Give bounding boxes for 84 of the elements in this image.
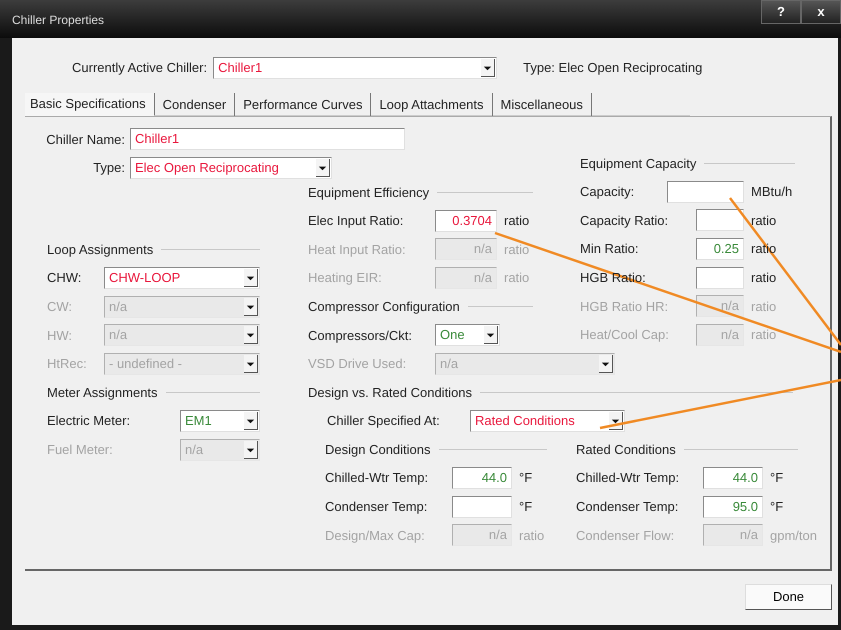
unit-label: °F [519, 498, 532, 516]
field-label: HtRec: [47, 355, 88, 374]
dropdown[interactable]: Chiller1 [213, 57, 498, 79]
dropdown[interactable]: Rated Conditions [470, 410, 625, 432]
caret-icon [244, 269, 258, 288]
field-label: Design/Max Cap: [325, 526, 426, 545]
field-label: Heat Input Ratio: [308, 240, 407, 259]
number-field[interactable] [696, 209, 744, 232]
unit-label: ratio [504, 212, 530, 230]
section-heading: Rated Conditions [576, 440, 676, 459]
section-heading: Compressor Configuration [308, 298, 460, 316]
unit-label: MBtu/h [751, 183, 792, 202]
section-heading: Loop Assignments [47, 240, 154, 259]
caret-icon [244, 298, 258, 316]
field-label: Type: [92, 159, 126, 178]
field-label: Currently Active Chiller: [72, 59, 208, 78]
field-label: CHW: [47, 269, 82, 288]
section-heading: Equipment Efficiency [308, 184, 430, 202]
tab[interactable]: Miscellaneous [492, 93, 592, 116]
done-button[interactable]: Done [745, 584, 832, 610]
tab[interactable]: Performance Curves [235, 93, 372, 116]
field-label: Min Ratio: [580, 240, 640, 258]
field-label: HGB Ratio HR: [580, 298, 670, 316]
number-field[interactable] [696, 266, 744, 289]
field-label: CW: [47, 298, 74, 316]
unit-label: °F [519, 469, 532, 488]
section-heading: Design Conditions [325, 440, 431, 459]
unit-label: °F [770, 498, 784, 516]
unit-label: ratio [751, 298, 776, 316]
unit-label: gpm/ton [770, 526, 817, 545]
unit-label: °F [770, 469, 784, 488]
number-field[interactable]: 0.25 [696, 238, 744, 260]
help-button[interactable]: ? [761, 0, 801, 24]
field-label: Condenser Temp: [325, 498, 428, 516]
field-label: Condenser Flow: [576, 526, 676, 545]
window-title: Chiller Properties [11, 12, 106, 29]
caret-icon [599, 354, 613, 373]
unit-label: ratio [751, 326, 776, 344]
caret-icon [244, 412, 258, 430]
caret-icon [244, 440, 258, 459]
field-label: Fuel Meter: [47, 440, 114, 459]
caret-icon [316, 158, 330, 177]
number-field[interactable] [452, 496, 512, 518]
unit-label: ratio [751, 268, 776, 287]
unit-label: ratio [504, 269, 530, 288]
caret-icon [484, 326, 498, 344]
tab[interactable]: Basic Specifications [25, 93, 155, 116]
dropdown[interactable]: CHW-LOOP [104, 267, 260, 290]
field-label: Capacity: [580, 183, 636, 202]
field-label: Compressors/Ckt: [308, 326, 414, 345]
field-label: Capacity Ratio: [580, 212, 670, 230]
dropdown[interactable]: Elec Open Reciprocating [130, 156, 332, 179]
type-label: Type: Elec Open Reciprocating [523, 59, 702, 78]
field-label: VSD Drive Used: [308, 355, 408, 374]
number-field[interactable]: 44.0 [452, 467, 512, 490]
field-label: Heating EIR: [308, 269, 383, 288]
field-label: Condenser Temp: [576, 498, 680, 516]
tab[interactable]: Condenser [154, 93, 236, 116]
caret-icon [244, 326, 258, 344]
number-field[interactable] [667, 180, 744, 203]
unit-label: ratio [519, 526, 544, 545]
number-field[interactable]: 0.3704 [435, 210, 497, 232]
field-label: Chiller Name: [45, 130, 126, 149]
caret-icon [481, 59, 496, 77]
text-field[interactable]: Chiller1 [130, 128, 405, 150]
close-button[interactable]: x [801, 0, 841, 24]
field-label: Heat/Cool Cap: [580, 326, 670, 344]
field-label: HW: [47, 326, 74, 345]
unit-label: ratio [504, 240, 530, 259]
number-field[interactable]: 44.0 [703, 467, 763, 490]
field-label: Elec Input Ratio: [308, 212, 404, 230]
section-heading: Meter Assignments [47, 384, 158, 402]
field-label: Chilled-Wtr Temp: [576, 469, 680, 488]
dropdown[interactable]: One [435, 324, 500, 346]
dropdown[interactable]: EM1 [180, 410, 260, 432]
field-label: Electric Meter: [47, 412, 132, 430]
caret-icon [244, 354, 258, 373]
section-heading: Equipment Capacity [580, 154, 696, 173]
section-heading: Design vs. Rated Conditions [308, 384, 472, 402]
tab[interactable]: Loop Attachments [371, 93, 493, 116]
number-field[interactable]: 95.0 [703, 496, 763, 518]
unit-label: ratio [751, 212, 776, 230]
field-label: Chiller Specified At: [327, 412, 441, 430]
field-label: Chilled-Wtr Temp: [325, 469, 430, 488]
